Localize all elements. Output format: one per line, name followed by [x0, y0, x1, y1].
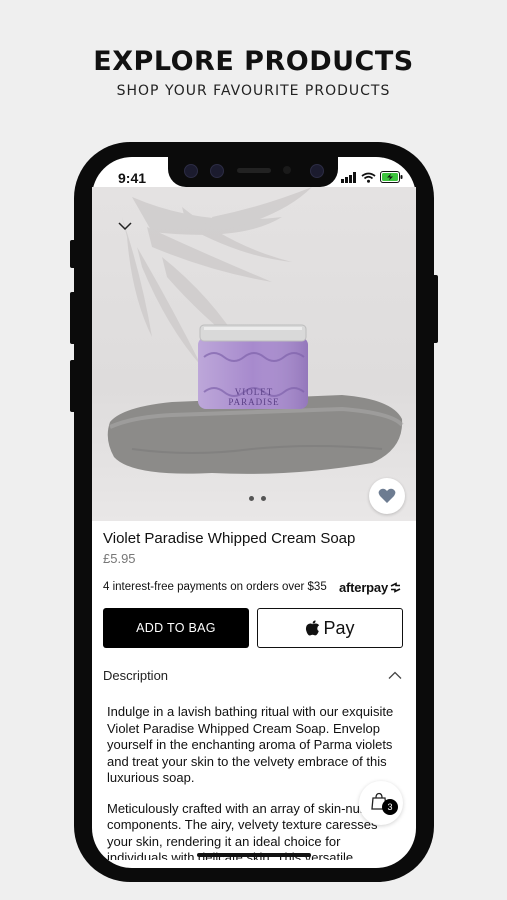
description-paragraph-2: Meticulously crafted with an array of sk… [107, 800, 397, 861]
description-paragraph-1: Indulge in a lavish bathing ritual with … [107, 704, 394, 785]
secondary-camera [310, 164, 324, 178]
pager-dot-2[interactable] [261, 496, 266, 501]
apple-pay-label: Pay [323, 617, 355, 638]
chevron-up-icon[interactable] [388, 671, 402, 680]
page-subtitle: SHOP YOUR FAVOURITE PRODUCTS [116, 83, 391, 99]
heart-icon [378, 488, 396, 503]
description-header[interactable]: Description [103, 668, 168, 683]
product-title: Violet Paradise Whipped Cream Soap [103, 530, 356, 547]
description-scroll-area[interactable]: Indulge in a lavish bathing ritual with … [92, 690, 416, 860]
front-camera [184, 164, 198, 178]
collapse-chevron-icon[interactable] [118, 221, 132, 231]
product-image[interactable]: VIOLET PARADISE [92, 187, 416, 521]
apple-icon [306, 620, 320, 636]
status-icons [341, 171, 403, 183]
earpiece-speaker [237, 168, 271, 173]
favorite-button[interactable] [369, 478, 405, 514]
add-to-bag-button[interactable]: ADD TO BAG [103, 608, 249, 648]
afterpay-logo-text: afterpay [339, 580, 388, 595]
description-body: Indulge in a lavish bathing ritual with … [107, 704, 403, 860]
page-title: EXPLORE PRODUCTS [93, 46, 414, 77]
image-pager-dots[interactable] [249, 496, 266, 501]
proximity-sensor [283, 166, 291, 174]
afterpay-info: 4 interest-free payments on orders over … [103, 581, 327, 593]
afterpay-arrows-icon [390, 582, 401, 593]
battery-charging-icon [380, 171, 403, 183]
product-price: £5.95 [103, 551, 136, 566]
product-photo-illustration [107, 187, 404, 474]
signal-icon [341, 171, 356, 183]
status-time: 9:41 [118, 170, 147, 186]
jar-label: VIOLET PARADISE [228, 387, 280, 407]
home-indicator[interactable] [197, 853, 311, 857]
pager-dot-1[interactable] [249, 496, 254, 501]
face-id-sensor [210, 164, 224, 178]
wifi-icon [361, 172, 376, 183]
cart-count-badge: 3 [382, 799, 398, 815]
apple-pay-button[interactable]: Pay [257, 608, 403, 648]
afterpay-logo[interactable]: afterpay [339, 580, 402, 595]
